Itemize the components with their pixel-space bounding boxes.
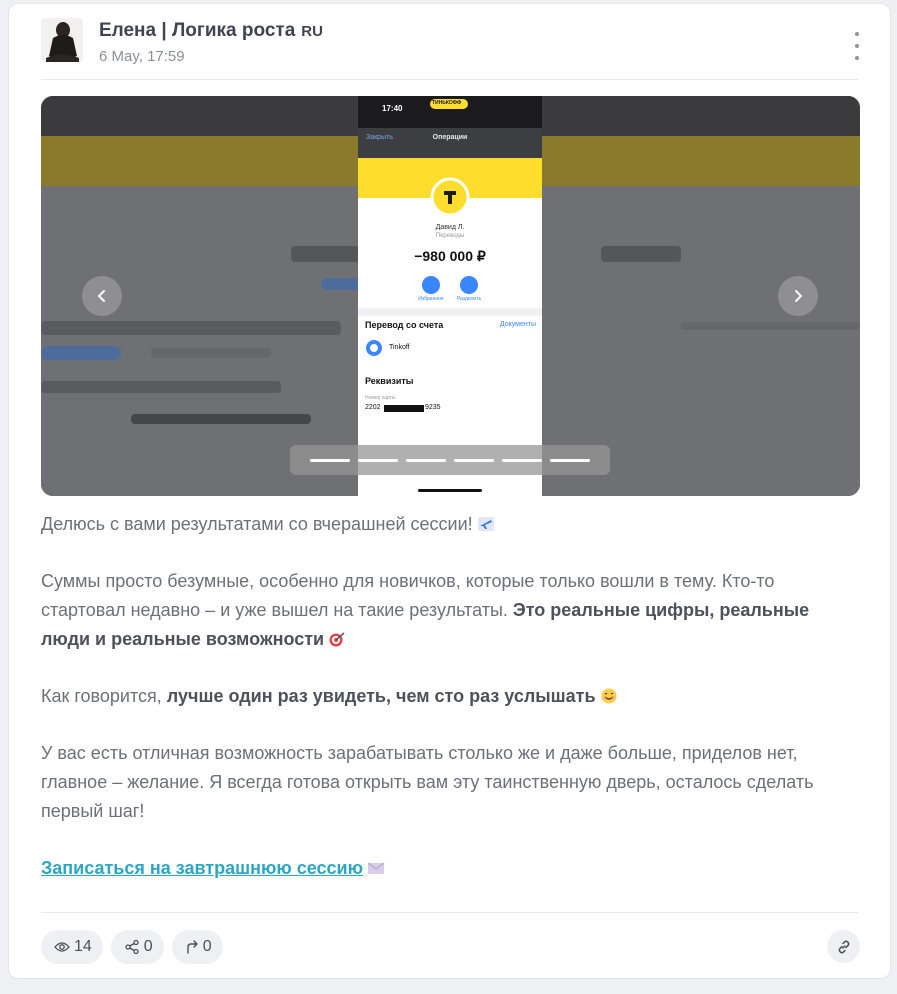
documents-link: Документы [499, 321, 536, 328]
post-card: Елена | Логика роста RU 6 May, 17:59 17:… [8, 3, 891, 979]
header-divider [41, 79, 858, 80]
post-paragraph-2: Суммы просто безумные, особенно для нови… [41, 567, 856, 654]
channel-title[interactable]: Елена | Логика роста [99, 20, 295, 42]
airplane-icon [477, 517, 494, 531]
channel-name[interactable]: Елена | Логика роста RU [99, 20, 323, 42]
avatar[interactable] [41, 18, 83, 62]
card-number-start: 2202 [365, 404, 381, 411]
target-icon [329, 632, 345, 647]
avatar-photo [41, 18, 83, 62]
shares-counter[interactable]: 0 [110, 930, 164, 964]
post-header: Елена | Логика роста RU 6 May, 17:59 [41, 18, 870, 80]
gallery-dot-3[interactable] [406, 458, 446, 462]
post-paragraph-4: У вас есть отличная возможность зарабаты… [41, 743, 814, 821]
card-number-label: Номер карты [365, 395, 396, 401]
chevron-left-icon [97, 290, 105, 302]
more-vertical-icon[interactable] [850, 32, 864, 60]
shares-count: 0 [143, 938, 153, 955]
paragraph-3-text: Как говорится, [41, 686, 162, 706]
forward-icon [187, 940, 198, 954]
image-gallery[interactable]: 17:40 ТИНЬКОФФ Закрыть Операции Давид Л.… [41, 96, 860, 496]
paragraph-3-bold: лучше один раз увидеть, чем сто раз услы… [166, 686, 596, 706]
signup-link[interactable]: Записаться на завтрашнюю сессию [41, 858, 363, 878]
link-icon [838, 940, 849, 953]
paragraph-1-text: Делюсь с вами результатами со вчерашней … [41, 514, 473, 534]
phone-screen-title: Операции [432, 134, 468, 141]
eye-icon [54, 942, 70, 952]
transfer-from-label: Перевод со счета [365, 320, 444, 330]
details-title: Реквизиты [365, 376, 414, 386]
views-count: 14 [74, 938, 92, 955]
envelope-icon [367, 862, 385, 874]
share-icon [125, 939, 139, 955]
transfer-amount: −980 000 ₽ [414, 248, 486, 264]
post-paragraph-5: Записаться на завтрашнюю сессию [41, 854, 856, 883]
gallery-prev-button[interactable] [82, 276, 122, 316]
favorite-action: Избранное [418, 296, 444, 302]
post-paragraph-1: Делюсь с вами результатами со вчерашней … [41, 510, 856, 539]
smiling-face-icon [601, 688, 617, 704]
gallery-dot-1[interactable] [310, 458, 350, 462]
post-date: 6 May, 17:59 [99, 48, 185, 65]
gallery-next-button[interactable] [778, 276, 818, 316]
phone-screen [358, 96, 542, 496]
footer-divider [41, 912, 858, 913]
chevron-right-icon [795, 290, 803, 302]
recipient-name: Давид Л. [435, 224, 465, 231]
copy-link-button[interactable] [827, 930, 860, 963]
post-stats: 14 0 0 [41, 930, 223, 964]
post-paragraph-3: Как говорится, лучше один раз увидеть, ч… [41, 682, 856, 711]
gallery-dot-6[interactable] [550, 458, 590, 462]
card-number-end: 9235 [425, 404, 441, 411]
language-badge: RU [301, 22, 323, 40]
bank-badge: ТИНЬКОФФ [432, 100, 462, 106]
phone-status-time: 17:40 [382, 104, 403, 113]
gallery-dot-2[interactable] [358, 458, 398, 462]
forwards-count: 0 [202, 938, 212, 955]
post-body: Делюсь с вами результатами со вчерашней … [41, 510, 856, 911]
gallery-dot-4[interactable] [454, 458, 494, 462]
transfer-category: Переводы [435, 233, 465, 239]
gallery-pagination [290, 445, 610, 475]
payment-screenshot: 17:40 ТИНЬКОФФ Закрыть Операции Давид Л.… [358, 96, 542, 496]
gallery-dot-5[interactable] [502, 458, 542, 462]
split-action: Разделить [456, 296, 482, 302]
account-name: Tinkoff [389, 344, 410, 351]
forwards-counter[interactable]: 0 [171, 930, 223, 964]
views-counter[interactable]: 14 [41, 930, 103, 964]
